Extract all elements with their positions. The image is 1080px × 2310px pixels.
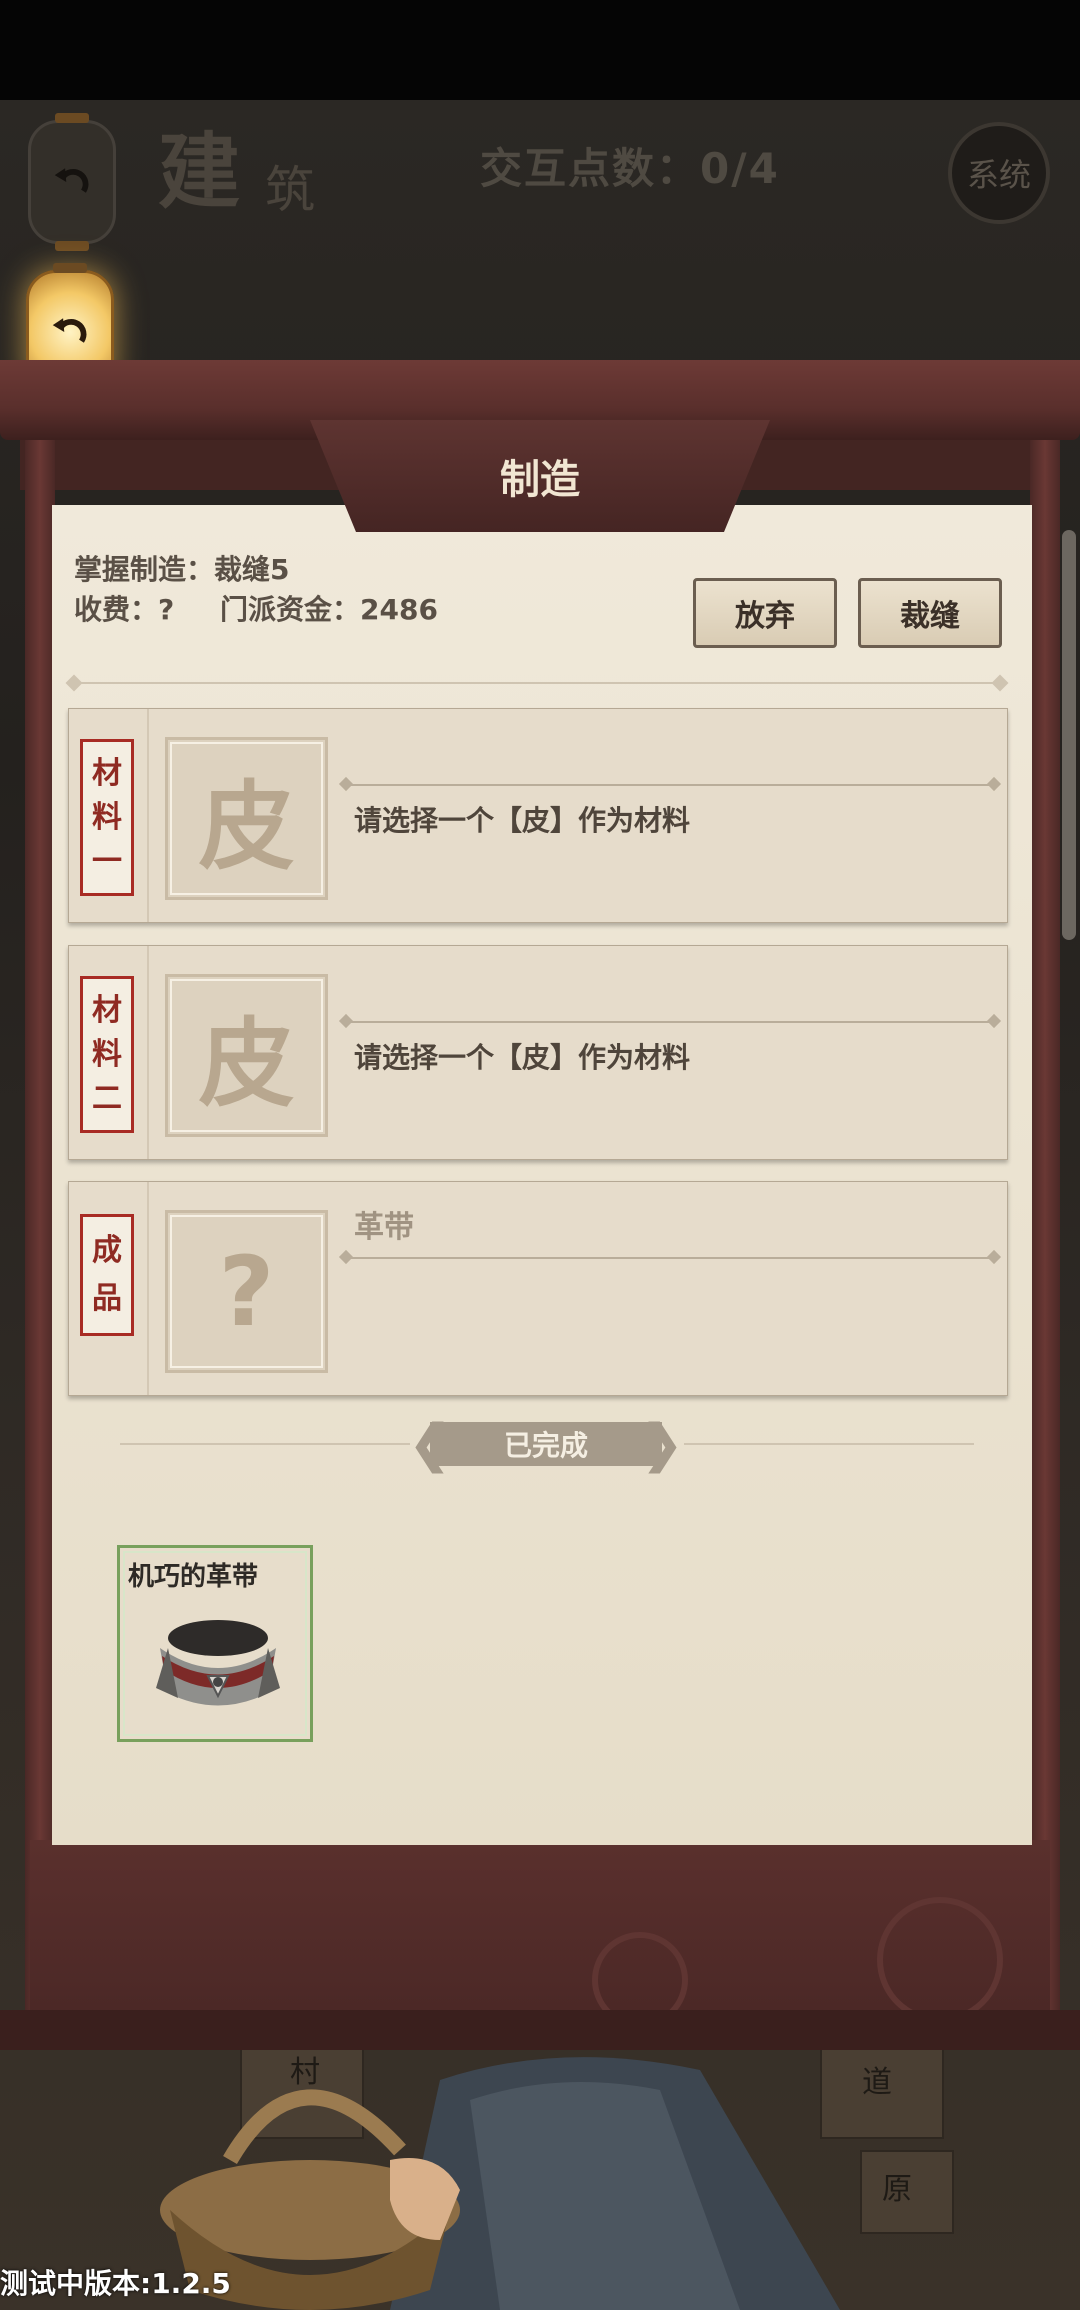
- frame-base: [0, 2010, 1080, 2050]
- back-arrow-icon: [54, 168, 89, 193]
- tag-char: 材: [92, 755, 122, 791]
- material-2-tag: 材 料 二: [80, 976, 134, 1133]
- card-side: 材 料 一: [69, 709, 149, 922]
- material-slot-card-1[interactable]: 材 料 一 皮 请选择一个【皮】作为材料: [68, 708, 1008, 923]
- system-button[interactable]: 系统: [948, 122, 1050, 224]
- card-divider-ornament: [338, 1249, 354, 1265]
- tag-char: 二: [92, 1080, 122, 1116]
- mastered-craft-label: 掌握制造：裁缝5: [74, 553, 290, 586]
- tag-char: 品: [92, 1281, 122, 1316]
- status-bar: [0, 0, 1080, 100]
- product-name: 革带: [354, 1210, 414, 1245]
- background-tile-plain: 原: [860, 2150, 954, 2234]
- product-tag: 成 品: [80, 1214, 134, 1336]
- back-lantern-button-background[interactable]: [28, 113, 116, 251]
- frame-right-pillar: [1030, 420, 1060, 2020]
- material-1-tag: 材 料 一: [80, 739, 134, 896]
- completed-divider-right: [684, 1443, 974, 1445]
- frame-bottom-panel: [30, 1840, 1050, 2028]
- tag-char: 成: [92, 1233, 122, 1268]
- screen-title-main: 建: [158, 124, 241, 220]
- material-2-slot[interactable]: 皮: [165, 974, 328, 1137]
- section-divider: [78, 682, 998, 684]
- leather-belt-icon: [156, 1620, 280, 1706]
- card-divider: [345, 1257, 995, 1259]
- material-slot-card-2[interactable]: 材 料 二 皮 请选择一个【皮】作为材料: [68, 945, 1008, 1160]
- card-divider-ornament: [338, 1013, 354, 1029]
- background-tile-label: 道: [862, 2065, 892, 2100]
- card-side: 材 料 二: [69, 946, 149, 1159]
- panel-title-plate: 制造: [310, 420, 770, 532]
- back-arrow-icon: [52, 318, 87, 343]
- card-divider: [345, 784, 995, 786]
- screen-title-sub: 筑: [265, 161, 315, 219]
- tailor-button[interactable]: 裁缝: [858, 578, 1002, 648]
- chevron-right-icon: ❯: [640, 1414, 684, 1474]
- interaction-counter: 交互点数：0/4: [480, 144, 780, 193]
- version-label: 测试中版本:1.2.5: [0, 2267, 231, 2300]
- background-tile-label: 原: [882, 2172, 912, 2207]
- card-divider-ornament: [338, 776, 354, 792]
- completed-item-card[interactable]: 机巧的革带: [117, 1545, 313, 1742]
- villager-with-basket-illustration: [160, 2057, 840, 2310]
- tag-char: 一: [92, 843, 122, 879]
- completed-label: 已完成: [503, 1429, 588, 1462]
- fee-label: 收费：?: [74, 593, 175, 626]
- screen-title: 建 筑: [150, 105, 350, 225]
- tag-char: 材: [92, 992, 122, 1028]
- card-divider: [345, 1021, 995, 1023]
- tag-char: 料: [92, 799, 122, 835]
- card-divider-ornament: [986, 776, 1002, 792]
- frame-bottom-pattern: [70, 1860, 1003, 2028]
- card-divider-ornament: [986, 1013, 1002, 1029]
- completed-item-name: 机巧的革带: [128, 1562, 259, 1592]
- abandon-button[interactable]: 放弃: [693, 578, 837, 648]
- tag-char: 料: [92, 1036, 122, 1072]
- scrollbar[interactable]: [1062, 530, 1076, 940]
- material-2-prompt: 请选择一个【皮】作为材料: [354, 1041, 691, 1074]
- card-side: 成 品: [69, 1182, 149, 1395]
- frame-left-pillar: [25, 420, 55, 2020]
- material-1-prompt: 请选择一个【皮】作为材料: [354, 804, 691, 837]
- product-slot: ?: [165, 1210, 328, 1373]
- panel-title: 制造: [500, 457, 580, 503]
- completed-divider-left: [120, 1443, 410, 1445]
- product-card: 成 品 ? 革带: [68, 1181, 1008, 1396]
- card-divider-ornament: [986, 1249, 1002, 1265]
- sect-funds-label: 门派资金：2486: [220, 593, 438, 626]
- completed-banner: ❮ 已完成 ❯: [408, 1418, 684, 1470]
- material-1-slot[interactable]: 皮: [165, 737, 328, 900]
